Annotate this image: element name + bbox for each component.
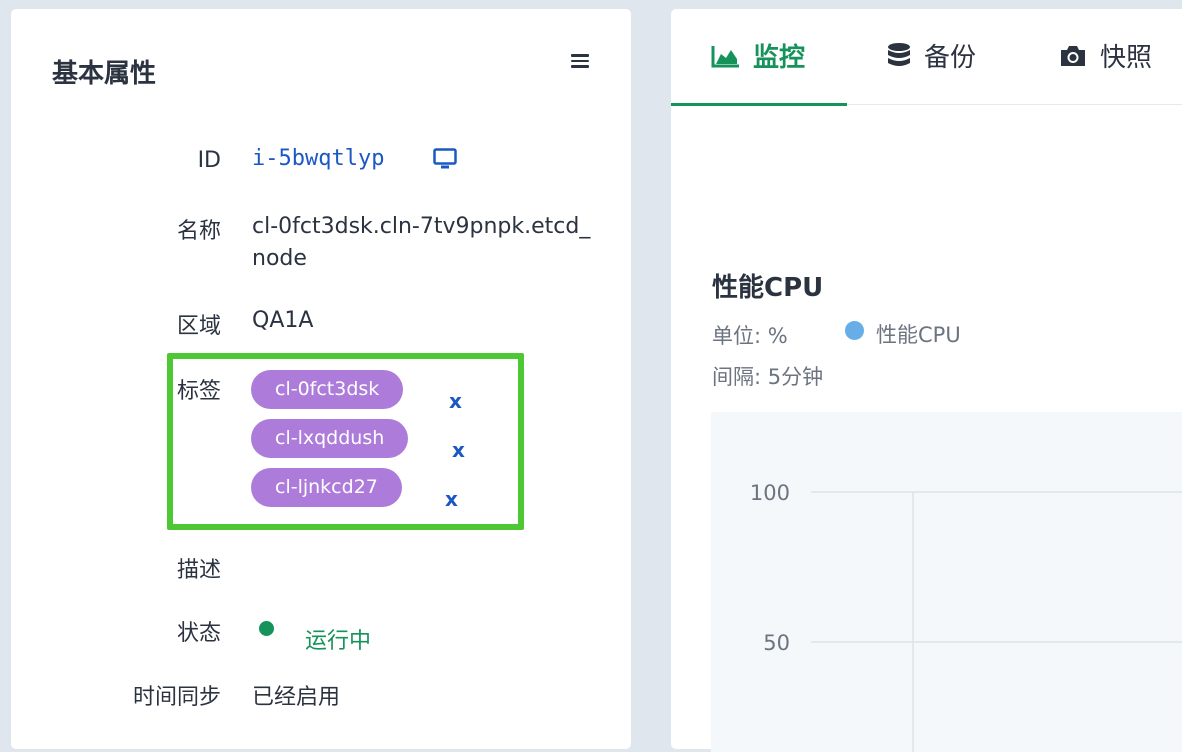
tag-pill[interactable]: cl-0fct3dsk [251,370,404,409]
tags-label: 标签 [176,379,221,404]
chart-unit: 单位: % [712,324,788,348]
name-value: cl-0fct3dsk.cln-7tv9pnpk.etcd_node [252,214,591,271]
tag-pill[interactable]: cl-ljnkcd27 [251,468,402,507]
status-value: 运行中 [305,629,372,654]
camera-icon [1061,45,1085,66]
tag-pill[interactable]: cl-lxqddush [251,419,409,458]
chart-title: 性能CPU [712,273,824,303]
tab-label: 监控 [753,43,806,73]
basic-properties-panel: 基本属性 ID i-5bwqtlyp 名称 cl-0fct3dsk.cln-7t… [11,9,631,749]
id-label: ID [197,148,221,173]
zone-label: 区域 [176,314,221,339]
active-tab-indicator [671,103,847,106]
monitor-icon[interactable] [433,148,457,170]
tab-label: 备份 [924,43,977,73]
menu-icon[interactable] [571,51,589,71]
status-label: 状态 [176,621,221,646]
legend-marker [845,321,864,340]
y-tick-label: 50 [763,631,790,655]
tab-backup[interactable]: 备份 [886,37,976,74]
time-sync-label: 时间同步 [132,685,221,710]
zone-value: QA1A [252,308,314,333]
name-label: 名称 [176,219,221,244]
database-icon [888,42,910,66]
legend-label: 性能CPU [876,323,961,347]
tab-label: 快照 [1100,43,1153,73]
area-chart-icon [711,45,739,67]
cpu-chart: 100 50 [711,412,1182,752]
y-tick-label: 100 [750,481,790,505]
tag-remove-button[interactable]: x [445,487,458,511]
panel-title: 基本属性 [52,59,157,89]
chart-interval: 间隔: 5分钟 [712,365,824,389]
tag-remove-button[interactable]: x [449,389,462,413]
tag-remove-button[interactable]: x [452,438,465,462]
status-dot [259,621,274,636]
tab-bar: 监控 备份 快照 [671,9,1182,106]
description-label: 描述 [176,558,221,583]
tab-monitor[interactable]: 监控 [711,37,805,74]
time-sync-value: 已经启用 [252,685,341,710]
tab-snapshot[interactable]: 快照 [1058,37,1152,74]
monitor-panel: 监控 备份 快照 性能CPU 单位: % 性能CPU 间隔: 5分钟 100 5… [671,9,1182,752]
chart-svg: 100 50 [750,481,1182,752]
instance-id-link[interactable]: i-5bwqtlyp [252,146,384,171]
